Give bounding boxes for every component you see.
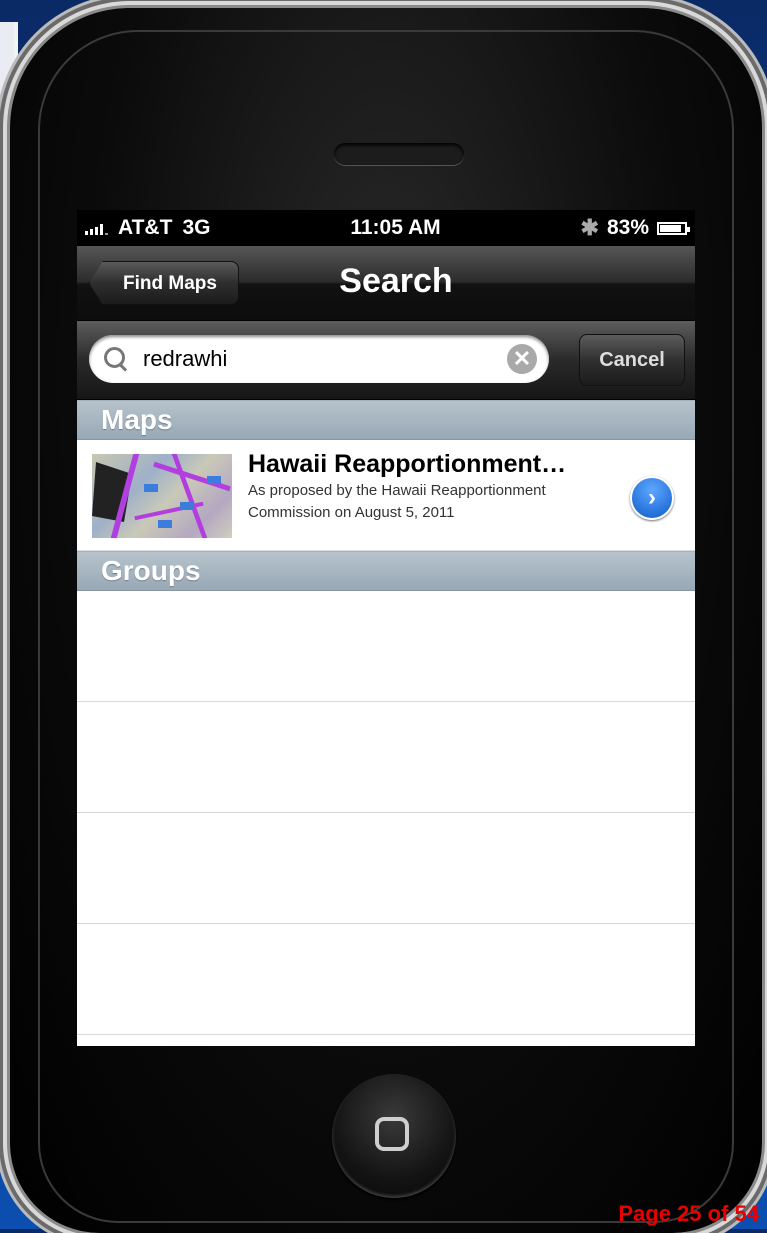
clock: 11:05 AM — [350, 216, 441, 239]
list-item[interactable]: Hawaii Reapportionment… As proposed by t… — [77, 440, 695, 551]
navigation-bar: Find Maps Search — [77, 246, 695, 321]
status-bar: AT&T 3G 11:05 AM ✱ 83% — [77, 210, 695, 246]
home-square-icon — [375, 1117, 409, 1151]
background-text-fragment: si — [0, 318, 11, 334]
home-button[interactable] — [332, 1074, 456, 1198]
search-input-value: redrawhi — [143, 346, 228, 371]
section-header-groups: Groups — [77, 551, 695, 591]
background-text-fragment: u — [0, 350, 8, 366]
network-label: 3G — [182, 216, 211, 239]
map-description: As proposed by the Hawaii Reapportionmen… — [248, 482, 546, 521]
battery-icon — [657, 221, 690, 235]
groups-list — [77, 591, 695, 1046]
section-header-maps: Maps — [77, 400, 695, 440]
page-title: Search — [339, 262, 453, 300]
detail-disclosure-icon[interactable]: › — [630, 476, 674, 520]
search-input[interactable]: redrawhi ✕ — [89, 335, 549, 383]
list-item — [77, 924, 695, 1035]
clear-search-icon[interactable]: ✕ — [507, 344, 537, 374]
cancel-button[interactable]: Cancel — [579, 334, 685, 386]
carrier-label: AT&T — [118, 216, 173, 239]
earpiece-speaker — [334, 143, 464, 165]
background-text-fragment: s — [0, 760, 7, 776]
phone-screen: AT&T 3G 11:05 AM ✱ 83% Find Maps Search … — [77, 210, 695, 1046]
list-item — [77, 591, 695, 702]
background-box — [0, 610, 7, 668]
map-title: Hawaii Reapportionment… — [248, 450, 567, 478]
signal-bars-icon — [85, 221, 108, 235]
list-item — [77, 702, 695, 813]
search-icon — [103, 346, 129, 372]
battery-percent: 83% — [606, 216, 649, 239]
list-item — [77, 813, 695, 924]
search-bar: redrawhi ✕ Cancel — [77, 321, 695, 400]
bluetooth-icon: ✱ — [580, 215, 599, 240]
map-thumbnail — [92, 454, 232, 538]
page-indicator: Page 25 of 54 — [618, 1201, 759, 1226]
